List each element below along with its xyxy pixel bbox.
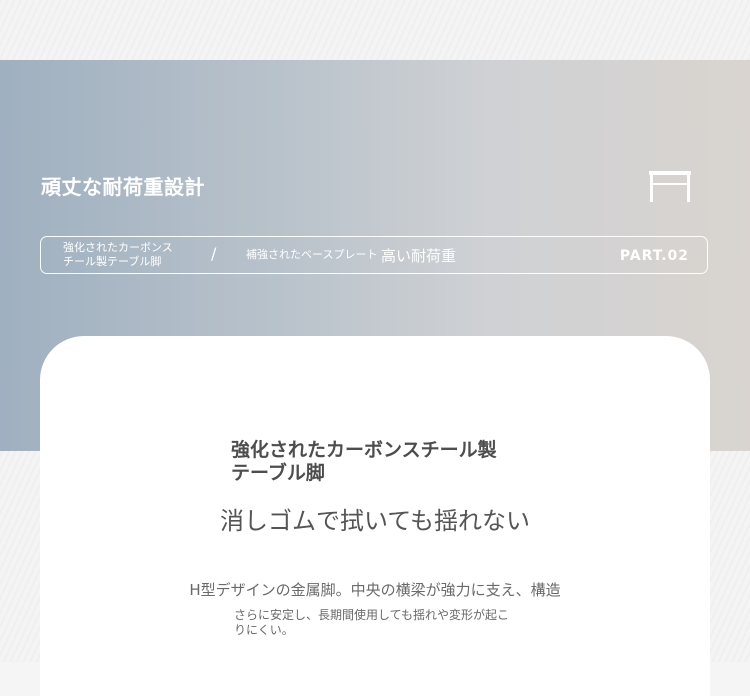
card-description-line: りにくい。	[234, 623, 294, 637]
feature-card: 強化されたカーボンスチール製 テーブル脚 消しゴムで拭いても揺れない H型デザイ…	[40, 336, 710, 696]
card-description-detail: さらに安定し、長期間使用しても揺れや変形が起こ りにくい。	[234, 608, 524, 638]
banner-title: 頑丈な耐荷重設計	[41, 175, 205, 199]
table-icon	[648, 170, 692, 204]
nav-item-load-capacity[interactable]: 高い耐荷重	[381, 247, 456, 265]
part-label: PART.02	[619, 248, 689, 264]
card-heading-line: テーブル脚	[231, 462, 325, 484]
nav-separator: /	[211, 244, 217, 263]
nav-item-label: チール製テーブル脚	[63, 255, 162, 268]
card-description-line: さらに安定し、長期間使用しても揺れや変形が起こ	[234, 608, 510, 622]
nav-item-label: 強化されたカーボンス	[63, 241, 173, 254]
card-heading: 強化されたカーボンスチール製 テーブル脚	[231, 439, 531, 485]
feature-nav-bar: 強化されたカーボンス チール製テーブル脚 / 補強されたベースプレート 高い耐荷…	[40, 236, 708, 274]
nav-item-base-plate[interactable]: 補強されたベースプレート	[246, 248, 377, 262]
card-description: H型デザインの金属脚。中央の横梁が強力に支え、構造	[189, 581, 561, 599]
card-subheading: 消しゴムで拭いても揺れない	[219, 507, 531, 535]
card-heading-line: 強化されたカーボンスチール製	[231, 439, 497, 461]
nav-item-carbon-steel-legs[interactable]: 強化されたカーボンス チール製テーブル脚	[63, 241, 193, 269]
